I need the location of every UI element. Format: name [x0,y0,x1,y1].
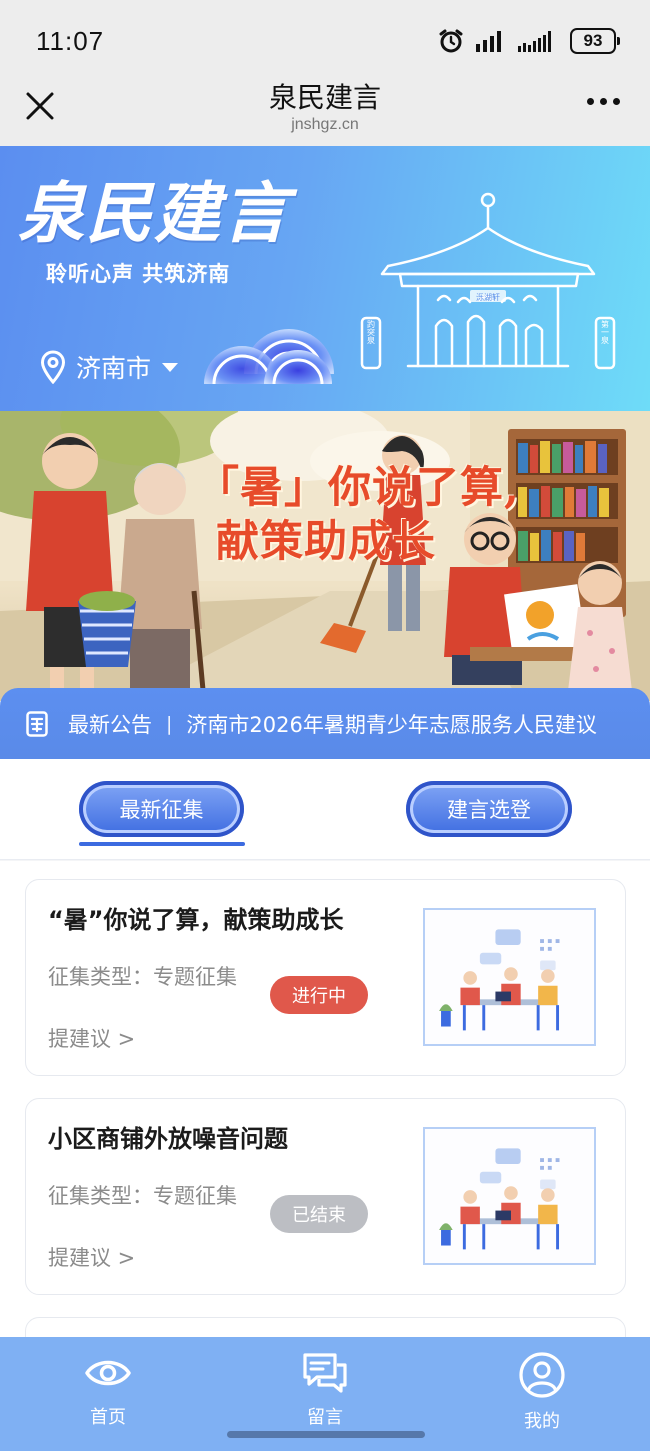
nav-messages[interactable]: 留言 [265,1351,385,1429]
nav-home-label: 首页 [90,1407,126,1428]
page-domain: jnshgz.cn [291,116,359,133]
meeting-thumbnail [423,908,596,1046]
status-time: 11:07 [36,26,105,56]
more-icon[interactable] [587,98,620,105]
nav-profile[interactable]: 我的 [482,1351,602,1433]
tab-latest-collection[interactable]: 最新征集 [79,781,244,837]
notice-bar[interactable]: 最新公告 | 济南市2026年暑期青少年志愿服务人民建议 [0,688,650,759]
notice-icon [26,710,48,737]
nav-messages-label: 留言 [307,1407,343,1428]
banner-line-1: 「暑」你说了算, [196,463,520,513]
banner-headline: 「暑」你说了算, 献策助成长 [196,461,520,569]
card-title: “暑”你说了算，献策助成长 [48,906,344,934]
left-sign-text: 趵突泉 [367,319,376,344]
collection-card[interactable]: “暑”你说了算，献策助成长 征集类型：专题征集 提建议 > 进行中 [25,879,626,1076]
decorative-rings-icon [204,329,334,384]
notice-label: 最新公告 [68,712,152,737]
meeting-thumbnail [423,1127,596,1265]
notice-separator: | [166,712,173,735]
page-title: 泉民建言 [268,81,381,114]
city-label: 济南市 [76,354,152,383]
nav-home[interactable]: 首页 [48,1351,168,1429]
message-icon [303,1353,347,1393]
caret-down-icon [162,363,179,372]
home-indicator[interactable] [227,1431,425,1438]
card-type: 征集类型：专题征集 [48,965,237,989]
status-badge: 进行中 [270,976,368,1014]
suggest-link[interactable]: 提建议 > [48,1242,135,1272]
signal-icon-2 [518,31,551,52]
notice-text: 济南市2026年暑期青少年志愿服务人民建议 [186,712,597,737]
collection-card[interactable]: 小区商铺外放噪音问题 征集类型：专题征集 提建议 > 已结束 [25,1098,626,1295]
banner-line-2: 献策助成长 [216,517,436,567]
signal-icon [476,31,501,52]
campaign-banner[interactable]: 「暑」你说了算, 献策助成长 [0,411,650,701]
pavilion-sign-text: 泺湖轩 [476,292,500,302]
hero-banner: 泉民建言 聆听心声 共筑济南 泺湖轩 趵突泉 第一泉 济南市 [0,146,650,411]
active-tab-indicator [79,842,245,846]
hero-slogan: 聆听心声 共筑济南 [46,262,231,286]
right-sign-text: 第一泉 [601,319,610,344]
page: 11:07 93 泉民建言 jnshgz.cn 泉民建言 聆听心声 共筑济南 泺… [0,0,650,1451]
alarm-icon [439,29,463,53]
collection-list: “暑”你说了算，献策助成长 征集类型：专题征集 提建议 > 进行中 小区商铺外放… [0,861,650,1341]
battery-indicator: 93 [570,28,620,54]
city-selector[interactable]: 济南市 [40,349,179,385]
nav-profile-label: 我的 [524,1411,560,1432]
user-icon [519,1352,565,1398]
eye-icon [85,1360,131,1386]
status-badge: 已结束 [270,1195,368,1233]
status-icons: 93 [438,28,620,54]
status-bar: 11:07 93 [0,0,650,70]
pavilion-illustration: 泺湖轩 趵突泉 第一泉 [360,192,616,370]
card-type: 征集类型：专题征集 [48,1184,237,1208]
nav-bar: 泉民建言 jnshgz.cn [0,70,650,146]
tab-featured-suggestions[interactable]: 建言选登 [406,781,572,837]
suggest-link[interactable]: 提建议 > [48,1023,135,1053]
card-title: 小区商铺外放噪音问题 [48,1125,288,1153]
hero-title: 泉民建言 [18,174,290,252]
location-pin-icon [40,350,66,384]
